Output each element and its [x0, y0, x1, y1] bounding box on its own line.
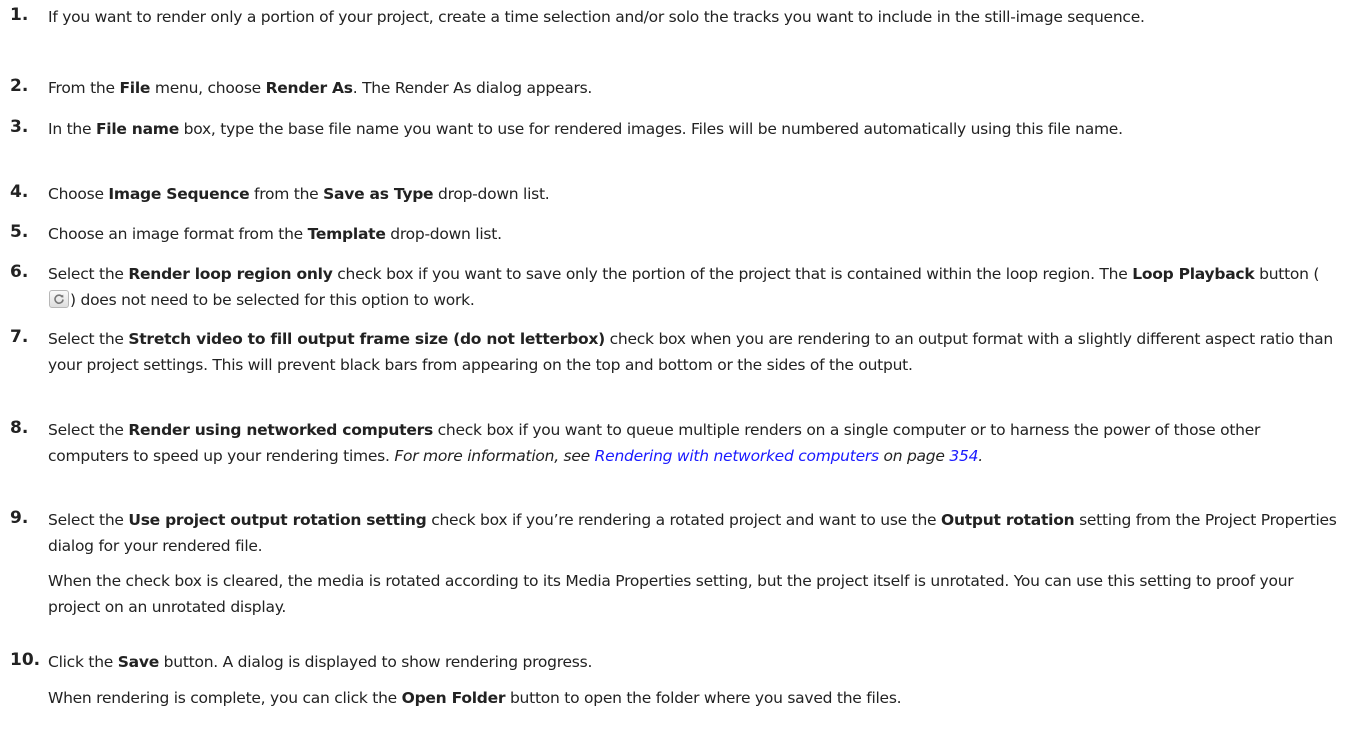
step-text: Select the Render loop region only check…: [48, 265, 1320, 309]
field-name: File name: [95, 120, 179, 138]
button-name: Loop Playback: [1132, 265, 1255, 283]
page-number-link[interactable]: 354: [949, 447, 978, 465]
loop-playback-icon: [49, 289, 69, 308]
step-text: In the File name box, type the base file…: [48, 120, 1123, 138]
step-number: 3.: [10, 117, 29, 137]
cross-reference-link[interactable]: Rendering with networked computers: [595, 447, 879, 465]
step-number: 7.: [10, 327, 29, 347]
step-text: Select the Render using networked comput…: [48, 421, 1261, 465]
option-name: Render using networked computers: [128, 421, 433, 439]
step-number: 8.: [10, 418, 29, 438]
step-number: 4.: [10, 182, 29, 202]
step-text: Click the Save button. A dialog is displ…: [48, 650, 1338, 711]
command-name: Render As: [265, 79, 353, 97]
field-name: Save as Type: [323, 185, 434, 203]
step-number: 9.: [10, 508, 29, 528]
step-text: Select the Use project output rotation s…: [48, 508, 1338, 620]
step-text: From the File menu, choose Render As. Th…: [48, 79, 593, 97]
option-name: Use project output rotation setting: [128, 511, 427, 529]
step-number: 2.: [10, 76, 29, 96]
option-name: Stretch video to fill output frame size …: [128, 330, 605, 348]
menu-name: File: [119, 79, 151, 97]
step-text: Select the Stretch video to fill output …: [48, 330, 1333, 374]
option-name: Render loop region only: [128, 265, 333, 283]
step-note: When rendering is complete, you can clic…: [48, 688, 902, 707]
step-number: 6.: [10, 262, 29, 282]
button-name: Open Folder: [401, 688, 506, 707]
step-number: 1.: [10, 5, 29, 25]
step-number: 5.: [10, 222, 29, 242]
field-name: Template: [307, 225, 386, 243]
step-note: When the check box is cleared, the media…: [48, 572, 1294, 616]
step-text: Choose an image format from the Template…: [48, 225, 502, 243]
step-number: 10.: [10, 650, 41, 670]
option-name: Image Sequence: [108, 185, 250, 203]
setting-name: Output rotation: [941, 511, 1075, 529]
step-text: Choose Image Sequence from the Save as T…: [48, 185, 550, 203]
step-text: If you want to render only a portion of …: [48, 8, 1145, 26]
button-name: Save: [117, 653, 160, 671]
